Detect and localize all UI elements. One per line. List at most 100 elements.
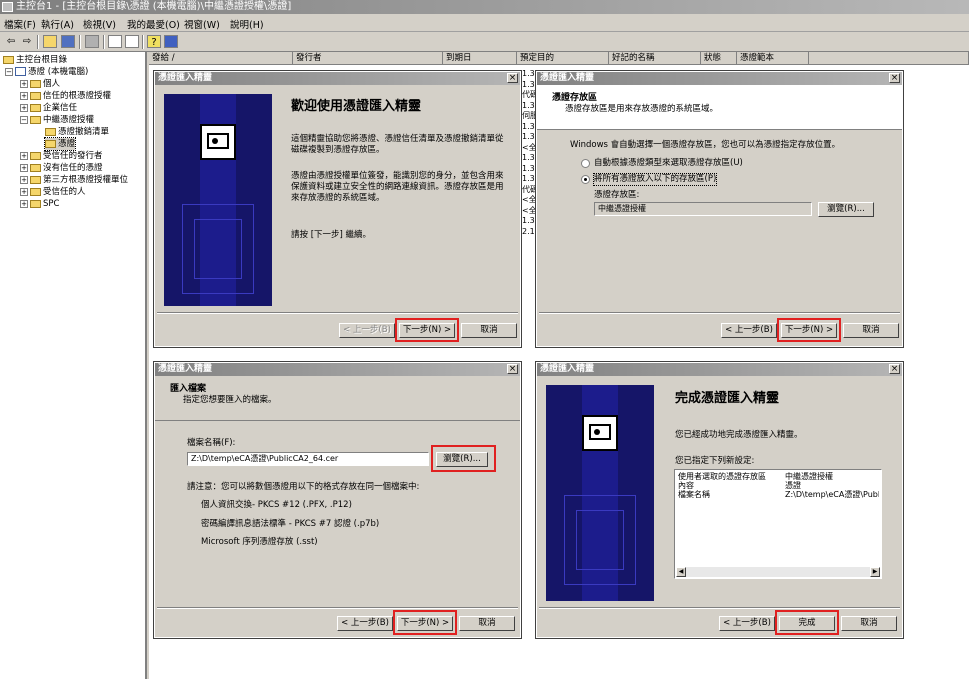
folder-icon: [30, 79, 41, 88]
close-icon[interactable]: ×: [507, 73, 518, 83]
expand-icon[interactable]: +: [20, 187, 28, 196]
expand-icon[interactable]: +: [20, 163, 28, 172]
folder-icon: [30, 103, 41, 112]
column-status[interactable]: 狀態: [701, 52, 737, 65]
close-icon[interactable]: ×: [889, 73, 900, 83]
tree-root[interactable]: 主控台根目錄: [3, 54, 67, 66]
wizard-continue-text: 請按 [下一步] 繼續。: [291, 230, 372, 240]
cancel-button[interactable]: 取消: [843, 323, 899, 338]
file-name-input[interactable]: Z:\D\temp\eCA憑證\PublicCA2_64.cer: [187, 452, 429, 466]
purpose-fragment: <全: [522, 142, 537, 152]
collapse-icon[interactable]: −: [5, 67, 13, 76]
folder-icon: [30, 187, 41, 196]
dialog-title: 憑證匯入精靈: [155, 72, 520, 85]
folder-icon: [30, 175, 41, 184]
expand-icon[interactable]: +: [20, 103, 28, 112]
menu-file[interactable]: 檔案(F): [4, 17, 36, 31]
tree-item-untrusted[interactable]: + 沒有信任的憑證: [20, 162, 103, 174]
back-button[interactable]: < 上一步(B): [719, 616, 775, 631]
export-list-icon[interactable]: [125, 35, 139, 48]
expand-icon[interactable]: +: [20, 91, 28, 100]
window-title: 主控台1 - [主控台根目錄\憑證 (本機電腦)\中繼憑證授權\憑證]: [16, 1, 292, 12]
column-issued-to[interactable]: 發給 /: [149, 52, 293, 65]
expand-icon[interactable]: +: [20, 175, 28, 184]
close-icon[interactable]: ×: [889, 364, 900, 374]
purpose-fragment: 1.3: [522, 100, 535, 110]
store-field-label: 憑證存放區:: [594, 190, 640, 200]
tree-item-certificates[interactable]: 憑證: [43, 137, 77, 151]
properties-icon[interactable]: [108, 35, 122, 48]
folder-icon: [30, 115, 41, 124]
wizard-heading: 歡迎使用憑證匯入精靈: [291, 99, 422, 114]
dialog-title: 憑證匯入精靈: [537, 363, 902, 376]
toolbar: ⇦ ⇨ ?: [0, 32, 969, 52]
column-template[interactable]: 憑證範本: [737, 52, 809, 65]
settings-list[interactable]: 使用者選取的憑證存放區 中繼憑證授權 內容 憑證 檔案名稱 Z:\D\temp\…: [674, 469, 882, 579]
tree-item-enterprise-trust[interactable]: + 企業信任: [20, 102, 77, 114]
tree-item-trusted-people[interactable]: + 受信任的人: [20, 186, 86, 198]
collapse-icon[interactable]: −: [20, 115, 28, 124]
tree-item-third-party-root[interactable]: + 第三方根憑證授權單位: [20, 174, 128, 186]
file-name-label: 檔案名稱(F):: [187, 438, 236, 448]
store-intro-text: Windows 會自動選擇一個憑證存放區，您也可以為憑證指定存放位置。: [570, 140, 841, 150]
scroll-left-icon[interactable]: ◀: [676, 567, 686, 577]
tree-item-personal[interactable]: + 個人: [20, 78, 60, 90]
delete-icon[interactable]: [85, 35, 99, 48]
settings-value: Z:\D\temp\eCA憑證\PublicC: [785, 490, 879, 499]
console-icon[interactable]: [164, 35, 178, 48]
cancel-button[interactable]: 取消: [841, 616, 897, 631]
purpose-fragment: <全: [522, 195, 537, 204]
help-icon[interactable]: ?: [147, 35, 161, 48]
browse-button[interactable]: 瀏覽(R)...: [818, 202, 874, 217]
auto-select-label: 自動根據憑證類型來選取憑證存放區(U): [594, 158, 743, 168]
back-arrow-icon[interactable]: ⇦: [4, 35, 18, 48]
tree-item-intermediate-ca[interactable]: − 中繼憑證授權: [20, 114, 94, 126]
horizontal-scrollbar[interactable]: ◀ ▶: [676, 567, 880, 577]
wizard-finish-dialog: 憑證匯入精靈 × 完成憑證匯入精靈 您已經成功地完成憑證匯入精靈。 您已指定下列…: [535, 361, 904, 639]
tree-computer-certs[interactable]: − 憑證 (本機電腦): [5, 66, 88, 78]
close-icon[interactable]: ×: [507, 364, 518, 374]
back-button[interactable]: < 上一步(B): [339, 323, 395, 338]
settings-value: 中繼憑證授權: [785, 472, 833, 481]
expand-icon[interactable]: +: [20, 79, 28, 88]
up-folder-icon[interactable]: [43, 35, 57, 48]
menu-help[interactable]: 說明(H): [230, 17, 264, 31]
place-all-radio[interactable]: [581, 175, 590, 184]
forward-arrow-icon[interactable]: ⇨: [20, 35, 34, 48]
tree-item-trusted-root[interactable]: + 信任的根憑證授權: [20, 90, 111, 102]
header-subtitle: 憑證存放區是用來存放憑證的系統區域。: [565, 104, 719, 114]
dialog-header: 匯入檔案 指定您想要匯入的檔案。: [155, 376, 520, 421]
tree-item-trusted-publishers[interactable]: + 受信任的發行者: [20, 150, 103, 162]
menu-view[interactable]: 檢視(V): [83, 17, 116, 31]
tree-item-spc[interactable]: + SPC: [20, 198, 59, 210]
cancel-button[interactable]: 取消: [461, 323, 517, 338]
back-button[interactable]: < 上一步(B): [337, 616, 393, 631]
show-tree-icon[interactable]: [61, 35, 75, 48]
cancel-button[interactable]: 取消: [459, 616, 515, 631]
format-note: 請注意：您可以將數個憑證用以下的格式存放在同一個檔案中:: [187, 482, 420, 492]
menu-action[interactable]: 執行(A): [41, 17, 74, 31]
tree-item-crl[interactable]: 憑證撤銷清單: [45, 126, 109, 138]
purpose-fragment: 1.3: [522, 69, 535, 78]
menu-window[interactable]: 視窗(W): [184, 17, 220, 31]
column-filler: [809, 52, 969, 65]
menu-bar: 檔案(F) 執行(A) 檢視(V) 我的最愛(O) 視窗(W) 說明(H): [0, 14, 969, 32]
back-button[interactable]: < 上一步(B): [721, 323, 777, 338]
column-issued-by[interactable]: 發行者: [293, 52, 443, 65]
expand-icon[interactable]: +: [20, 151, 28, 160]
column-friendly-name[interactable]: 好記的名稱: [609, 52, 701, 65]
folder-icon: [30, 163, 41, 172]
menu-favorites[interactable]: 我的最愛(O): [127, 17, 180, 31]
column-purposes[interactable]: 預定目的: [517, 52, 609, 65]
folder-icon: [30, 151, 41, 160]
console-app-icon: [2, 2, 13, 12]
expand-icon[interactable]: +: [20, 199, 28, 208]
scroll-right-icon[interactable]: ▶: [870, 567, 880, 577]
wizard-store-dialog: 憑證匯入精靈 × 憑證存放區 憑證存放區是用來存放憑證的系統區域。 Window…: [535, 70, 904, 348]
folder-icon: [45, 127, 56, 136]
column-expiration[interactable]: 到期日: [443, 52, 517, 65]
store-field: 中繼憑證授權: [594, 202, 812, 216]
settings-value: 憑證: [785, 481, 801, 490]
wizard-welcome-dialog: 憑證匯入精靈 × 歡迎使用憑證匯入精靈 這個精靈協助您將憑證、憑證信任清單及憑證…: [153, 70, 522, 348]
auto-select-radio[interactable]: [581, 159, 590, 168]
